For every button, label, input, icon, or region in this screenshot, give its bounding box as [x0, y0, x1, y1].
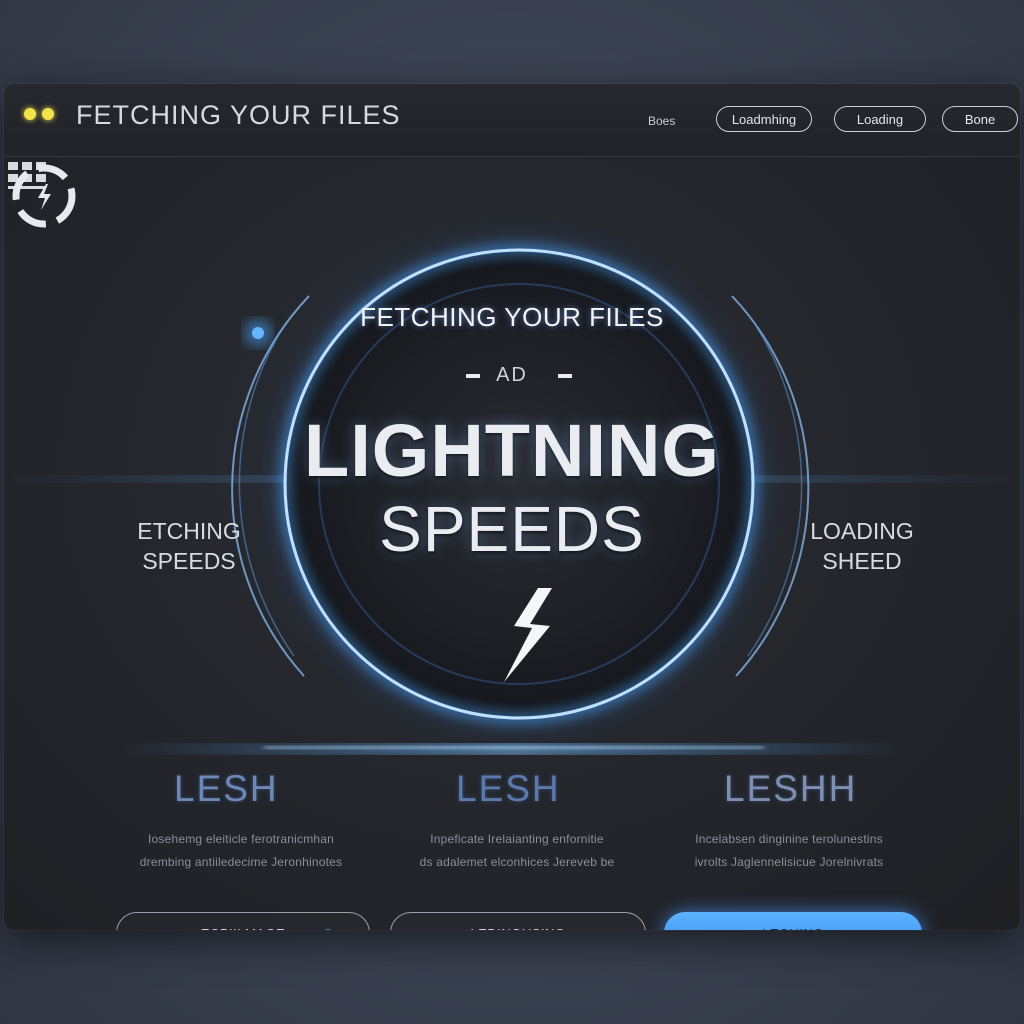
feature-title-1: LESH [174, 768, 279, 809]
nav-pill-1[interactable]: Loadmhing [716, 106, 812, 132]
traffic-lights [24, 108, 54, 120]
right-panel-text: LOADING SHEED [794, 516, 930, 576]
hero-heading: FETCHING YOUR FILES [360, 302, 664, 332]
app-window: FETCHING YOUR FILES Boes Loadmhing Loadi… [4, 84, 1020, 930]
action-button-1[interactable]: ECPIILMAGE [116, 912, 370, 930]
left-panel-line1: ETCHING [137, 518, 241, 544]
hero-subheading: AD [496, 364, 528, 386]
left-panel-line2: SPEEDS [142, 548, 236, 574]
left-panel-text: ETCHING SPEEDS [126, 516, 252, 576]
feature-title-2: LESH [456, 768, 561, 809]
feature-desc-3-line1: Incelabsen dinginine terolunestins [695, 832, 883, 846]
nav-pill-2[interactable]: Loading [834, 106, 926, 132]
feature-desc-1: Iosehemg eleiticle ferotranicmhan drembi… [116, 828, 366, 874]
spinner-icon [12, 164, 76, 228]
feature-desc-2: Inpeficate Irelaianting enfornitie ds ad… [392, 828, 642, 874]
feature-desc-3: Incelabsen dinginine terolunestins ivrol… [664, 828, 914, 874]
hero-stage: FETCHING YOUR FILES AD LIGHTNING SPEEDS … [4, 156, 1020, 930]
feature-desc-1-line1: Iosehemg eleiticle ferotranicmhan [147, 832, 335, 846]
hero-title-line1: LIGHTNING [304, 409, 720, 492]
feature-desc-1-line2: drembing antiiledecime Jeronhinotes [139, 855, 343, 869]
right-panel-line1: LOADING [810, 518, 914, 544]
title-bar: FETCHING YOUR FILES Boes Loadmhing Loadi… [4, 84, 1020, 157]
nav-link[interactable]: Boes [648, 114, 675, 128]
feature-desc-2-line1: Inpeficate Irelaianting enfornitie [430, 832, 604, 846]
action-button-2[interactable]: LEDINOUSING [390, 912, 646, 930]
window-dot-1[interactable] [24, 108, 36, 120]
feature-desc-3-line2: ivrolts Jaglennelisicue Jorelnivrats [694, 855, 884, 869]
feature-desc-2-line2: ds adalemet elconhices Jereveb be [419, 855, 615, 869]
feature-title-3: LESHH [724, 768, 858, 809]
nav-pill-3[interactable]: Bone [942, 106, 1018, 132]
window-dot-2[interactable] [42, 108, 54, 120]
right-panel-line2: SHEED [822, 548, 902, 574]
action-button-primary[interactable]: LEGHING [664, 912, 922, 930]
window-title: FETCHING YOUR FILES [76, 100, 401, 130]
